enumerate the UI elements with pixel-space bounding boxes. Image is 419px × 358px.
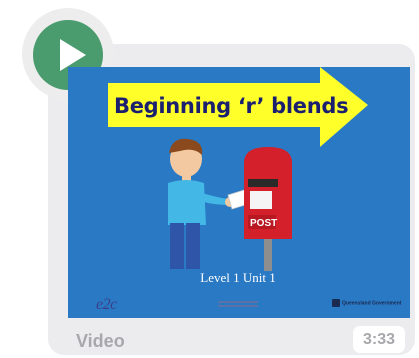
e2c-logo: e2c (96, 296, 117, 313)
video-thumbnail[interactable]: Beginning ‘r’ blends POST Level 1 Unit 1… (68, 67, 410, 318)
post-label: POST (250, 218, 277, 229)
crest-icon (332, 299, 340, 307)
video-subtitle: Level 1 Unit 1 (200, 270, 276, 285)
footer-small-print (218, 301, 258, 311)
media-type-label: Video (76, 331, 125, 351)
duration-badge: 3:33 (353, 326, 405, 353)
queensland-government-logo: Queensland Government (332, 299, 401, 307)
government-logo-text: Queensland Government (342, 300, 402, 307)
